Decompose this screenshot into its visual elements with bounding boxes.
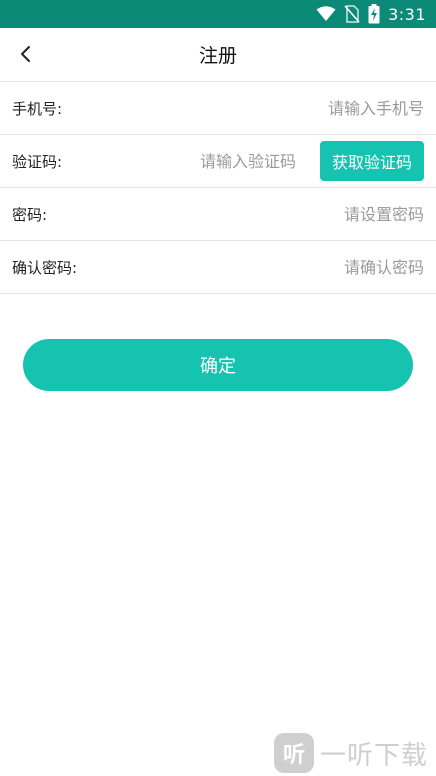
phone-label: 手机号:: [12, 99, 63, 118]
battery-charging-icon: [368, 4, 380, 24]
status-time: 3:31: [388, 4, 426, 24]
password-input[interactable]: [47, 188, 424, 240]
watermark-text: 一听下载: [320, 740, 429, 771]
confirm-password-row: 确认密码:: [0, 241, 436, 294]
back-button[interactable]: [12, 40, 40, 68]
page-title: 注册: [198, 45, 237, 67]
password-row: 密码:: [0, 188, 436, 241]
status-bar: 3:31: [0, 0, 436, 28]
watermark: 听 一听下载: [274, 730, 436, 776]
code-row: 验证码: 获取验证码: [0, 135, 436, 188]
confirm-button[interactable]: 确定: [23, 339, 413, 391]
wifi-icon: [316, 6, 336, 21]
code-input[interactable]: [62, 135, 296, 187]
no-sim-icon: [344, 5, 360, 23]
confirm-password-label: 确认密码:: [12, 258, 78, 277]
phone-row: 手机号:: [0, 82, 436, 135]
register-form: 手机号: 验证码: 获取验证码 密码: 确认密码:: [0, 82, 436, 294]
chevron-left-icon: [21, 46, 30, 62]
header: 注册: [0, 28, 436, 82]
confirm-password-input[interactable]: [77, 241, 424, 293]
phone-input[interactable]: [62, 82, 424, 134]
watermark-logo: 听: [274, 733, 314, 773]
password-label: 密码:: [12, 205, 48, 224]
code-label: 验证码:: [12, 152, 63, 171]
get-code-button[interactable]: 获取验证码: [320, 141, 424, 181]
